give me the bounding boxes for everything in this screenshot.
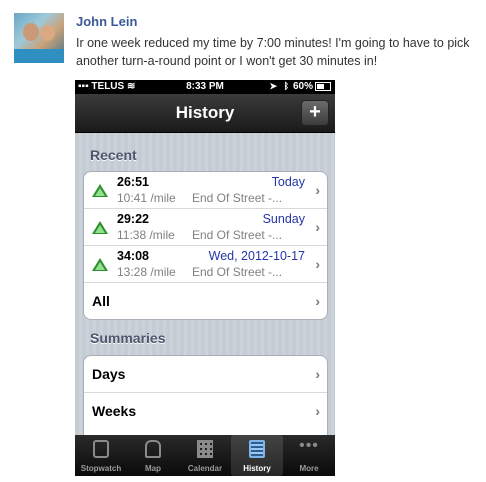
history-content: Recent 26:51 10:41 /mile Today End Of St… xyxy=(75,133,335,447)
run-date: Sunday xyxy=(262,212,305,226)
battery-indicator: 60% xyxy=(293,81,331,92)
run-pace: 11:38 /mile xyxy=(117,228,175,242)
chevron-right-icon: › xyxy=(315,293,320,309)
page-title: History xyxy=(175,103,235,122)
run-pace: 10:41 /mile xyxy=(117,191,176,205)
tab-map[interactable]: Map xyxy=(127,435,179,476)
all-label: All xyxy=(92,293,110,309)
section-header-recent: Recent xyxy=(90,147,137,163)
list-item[interactable]: 26:51 10:41 /mile Today End Of Street -.… xyxy=(84,172,327,209)
trend-up-icon xyxy=(92,221,108,234)
status-bar: ▪▪▪ TELUS ≋ 8:33 PM ➤ ᛒ 60% xyxy=(75,80,335,94)
run-date: Today xyxy=(271,175,305,189)
author-name-link[interactable]: John Lein xyxy=(76,14,137,29)
battery-percent: 60% xyxy=(292,81,313,92)
tab-label: More xyxy=(299,464,319,473)
location-arrow-icon: ➤ xyxy=(269,81,277,91)
list-item-weeks[interactable]: Weeks › xyxy=(84,393,327,429)
tab-label: Calendar xyxy=(187,464,223,473)
run-place: End Of Street -... xyxy=(192,228,283,242)
avatar-photo-face xyxy=(23,23,39,41)
run-duration: 34:08 xyxy=(117,249,149,263)
run-place: End Of Street -... xyxy=(192,265,283,279)
run-duration: 29:22 xyxy=(117,212,149,226)
days-label: Days xyxy=(92,366,126,382)
calendar-icon xyxy=(197,440,213,458)
chevron-right-icon: › xyxy=(315,403,320,419)
chevron-right-icon: › xyxy=(315,219,320,235)
tab-label: Map xyxy=(145,464,161,473)
section-header-summaries: Summaries xyxy=(90,330,166,346)
avatar-photo-water xyxy=(14,49,64,63)
stopwatch-icon xyxy=(93,440,109,458)
battery-icon xyxy=(315,81,331,91)
tab-history[interactable]: History xyxy=(231,435,283,476)
tab-calendar[interactable]: Calendar xyxy=(179,435,231,476)
run-duration: 26:51 xyxy=(117,175,149,189)
trend-up-icon xyxy=(92,184,108,197)
post-text: Ir one week reduced my time by 7:00 minu… xyxy=(76,36,470,68)
bluetooth-icon: ᛒ xyxy=(283,81,289,91)
map-icon xyxy=(145,440,161,458)
weeks-label: Weeks xyxy=(92,403,137,419)
chevron-right-icon: › xyxy=(315,366,320,382)
more-icon: ••• xyxy=(299,437,319,454)
avatar-photo-face xyxy=(40,25,55,41)
trend-up-icon xyxy=(92,258,108,271)
run-date: Wed, 2012-10-17 xyxy=(208,249,305,263)
phone-screenshot: ▪▪▪ TELUS ≋ 8:33 PM ➤ ᛒ 60% History + Re… xyxy=(75,80,335,476)
run-place: End Of Street -... xyxy=(192,191,283,205)
author-avatar[interactable] xyxy=(14,13,64,63)
navigation-bar: History + xyxy=(75,94,335,133)
recent-list: 26:51 10:41 /mile Today End Of Street -.… xyxy=(83,171,328,320)
history-icon xyxy=(249,440,265,458)
list-item[interactable]: 34:08 13:28 /mile Wed, 2012-10-17 End Of… xyxy=(84,246,327,283)
list-item-days[interactable]: Days › xyxy=(84,356,327,393)
chevron-right-icon: › xyxy=(315,182,320,198)
tab-stopwatch[interactable]: Stopwatch xyxy=(75,435,127,476)
tab-more[interactable]: ••• More xyxy=(283,435,335,476)
add-button[interactable]: + xyxy=(301,100,329,126)
run-pace: 13:28 /mile xyxy=(117,265,176,279)
tab-label: Stopwatch xyxy=(80,464,122,473)
list-item-all[interactable]: All › xyxy=(84,283,327,319)
summaries-list: Days › Weeks › xyxy=(83,355,328,447)
chevron-right-icon: › xyxy=(315,256,320,272)
list-item[interactable]: 29:22 11:38 /mile Sunday End Of Street -… xyxy=(84,209,327,246)
tab-label: History xyxy=(243,464,271,473)
tab-bar: Stopwatch Map Calendar History ••• More xyxy=(75,435,335,476)
